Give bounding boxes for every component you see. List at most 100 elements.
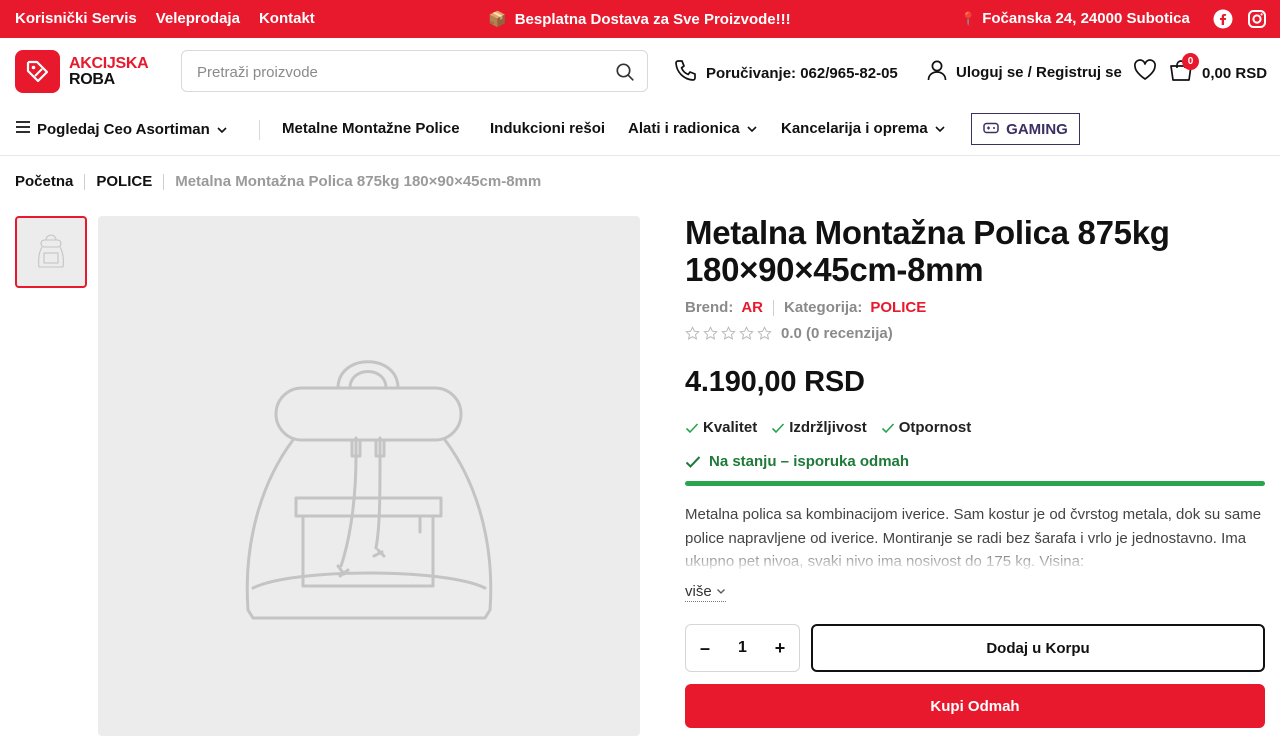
star-icon <box>685 326 700 340</box>
search-icon[interactable] <box>615 62 635 82</box>
quantity-stepper: – 1 + <box>685 624 800 672</box>
nav-item-shelves[interactable]: Metalne Montažne Police <box>282 120 460 137</box>
phone-icon <box>672 58 698 88</box>
account-label: Uloguj se / Registruj se <box>956 63 1122 81</box>
category-link[interactable]: POLICE <box>870 299 926 316</box>
nav-item-office[interactable]: Kancelarija i oprema <box>781 120 946 137</box>
check-icon <box>772 422 785 433</box>
chevron-down-icon <box>746 120 758 137</box>
all-products-menu[interactable]: Pogledaj Ceo Asortiman <box>15 120 228 138</box>
chevron-down-icon <box>934 120 946 137</box>
user-icon <box>926 58 948 86</box>
category-label: Kategorija: <box>784 299 863 316</box>
account-link[interactable]: Uloguj se / Registruj se <box>926 58 1122 86</box>
promo-text: Besplatna Dostava za Sve Proizvode!!! <box>514 10 791 28</box>
instagram-icon[interactable] <box>1247 9 1267 29</box>
buy-now-button[interactable]: Kupi Odmah <box>685 684 1265 728</box>
breadcrumb-category[interactable]: POLICE <box>96 173 152 190</box>
breadcrumb-separator <box>84 173 86 190</box>
stock-status: Na stanju – isporuka odmah <box>685 453 909 470</box>
quantity-increase-button[interactable]: + <box>761 638 799 659</box>
breadcrumb: Početna POLICE Metalna Montažna Polica 8… <box>15 173 541 190</box>
top-link-customer-service[interactable]: Korisnički Servis <box>15 10 137 27</box>
backpack-placeholder-icon <box>245 360 493 620</box>
chevron-down-icon <box>216 121 228 138</box>
brand-label: Brend: <box>685 299 734 316</box>
address-text: Fočanska 24, 24000 Subotica <box>982 10 1190 27</box>
top-links: Korisnički Servis Veleprodaja Kontakt <box>15 10 315 27</box>
cart-total: 0,00 RSD <box>1202 64 1268 82</box>
main-nav: Pogledaj Ceo Asortiman Metalne Montažne … <box>0 110 1280 156</box>
feature-label: Kvalitet <box>703 419 758 436</box>
breadcrumb-separator <box>163 173 165 190</box>
top-link-wholesale[interactable]: Veleprodaja <box>156 10 240 27</box>
wishlist-icon[interactable] <box>1133 59 1157 81</box>
store-address: 📍 Fočanska 24, 24000 Subotica <box>960 10 1190 27</box>
feature-label: Izdržljivost <box>789 419 867 436</box>
check-icon <box>881 422 894 433</box>
pin-icon: 📍 <box>960 10 977 26</box>
feature-label: Otpornost <box>898 419 972 436</box>
product-rating[interactable]: 0.0 (0 recenzija) <box>685 325 893 342</box>
nav-item-tools[interactable]: Alati i radionica <box>628 120 758 137</box>
tag-icon <box>15 50 60 93</box>
logo-wordmark: AKCIJSKA ROBA <box>69 54 149 88</box>
top-bar: Korisnički Servis Veleprodaja Kontakt 📦 … <box>0 0 1280 38</box>
product-features: Kvalitet Izdržljivost Otpornost <box>685 419 971 436</box>
breadcrumb-home[interactable]: Početna <box>15 173 73 190</box>
check-icon <box>685 455 701 468</box>
top-link-contact[interactable]: Kontakt <box>259 10 315 27</box>
nav-item-label: Metalne Montažne Police <box>282 120 460 137</box>
nav-item-label: Kancelarija i oprema <box>781 120 928 137</box>
brand-link[interactable]: AR <box>741 299 763 316</box>
gamepad-icon <box>983 121 999 138</box>
check-icon <box>685 422 699 433</box>
star-icon <box>703 326 718 340</box>
nav-item-induction[interactable]: Indukcioni rešoi <box>490 120 605 137</box>
add-to-cart-button[interactable]: Dodaj u Korpu <box>811 624 1265 672</box>
star-icon <box>739 326 754 340</box>
nav-item-label: Alati i radionica <box>628 120 740 137</box>
chevron-down-icon <box>716 589 725 594</box>
all-products-label: Pogledaj Ceo Asortiman <box>37 120 210 138</box>
site-logo[interactable]: AKCIJSKA ROBA <box>15 50 149 93</box>
search-box <box>181 50 648 92</box>
facebook-icon[interactable] <box>1213 9 1233 29</box>
stock-bar <box>685 481 1265 486</box>
product-title: Metalna Montažna Polica 875kg 180×90×45c… <box>685 214 1170 288</box>
gaming-button[interactable]: GAMING <box>971 113 1080 145</box>
social-links <box>1213 9 1267 29</box>
product-main-image[interactable] <box>98 216 640 736</box>
hamburger-icon <box>15 120 31 138</box>
meta-separator <box>773 299 775 316</box>
gaming-label: GAMING <box>1006 120 1068 138</box>
star-icon <box>721 326 736 340</box>
quantity-value[interactable]: 1 <box>724 639 761 657</box>
cart-count-badge: 0 <box>1182 53 1199 70</box>
rating-text: 0.0 (0 recenzija) <box>781 325 893 342</box>
read-more-link[interactable]: više <box>685 583 726 602</box>
feature-item: Kvalitet <box>685 419 757 436</box>
breadcrumb-current: Metalna Montažna Polica 875kg 180×90×45c… <box>175 173 542 190</box>
phone-label: Poručivanje: 062/965-82-05 <box>706 64 898 82</box>
nav-divider <box>259 120 260 140</box>
backpack-placeholder-icon <box>38 234 64 268</box>
feature-item: Otpornost <box>881 419 972 436</box>
gallery-thumbnail[interactable] <box>15 216 87 288</box>
star-icon <box>757 326 772 340</box>
stock-label: Na stanju – isporuka odmah <box>709 453 910 470</box>
quantity-decrease-button[interactable]: – <box>686 638 724 659</box>
logo-line-2: ROBA <box>69 70 115 88</box>
rating-stars <box>685 326 772 341</box>
product-meta: Brend: AR Kategorija: POLICE <box>685 299 926 316</box>
promo-banner: 📦 Besplatna Dostava za Sve Proizvode!!! <box>488 10 791 29</box>
product-price: 4.190,00 RSD <box>685 366 865 398</box>
logo-line-1: AKCIJSKA <box>69 54 149 72</box>
read-more-label: više <box>685 583 712 600</box>
search-input[interactable] <box>197 61 597 83</box>
nav-item-label: Indukcioni rešoi <box>490 120 606 137</box>
phone-order[interactable]: Poručivanje: 062/965-82-05 <box>672 58 898 88</box>
feature-item: Izdržljivost <box>771 419 867 436</box>
description-fade <box>685 546 1265 572</box>
package-icon: 📦 <box>488 11 507 28</box>
